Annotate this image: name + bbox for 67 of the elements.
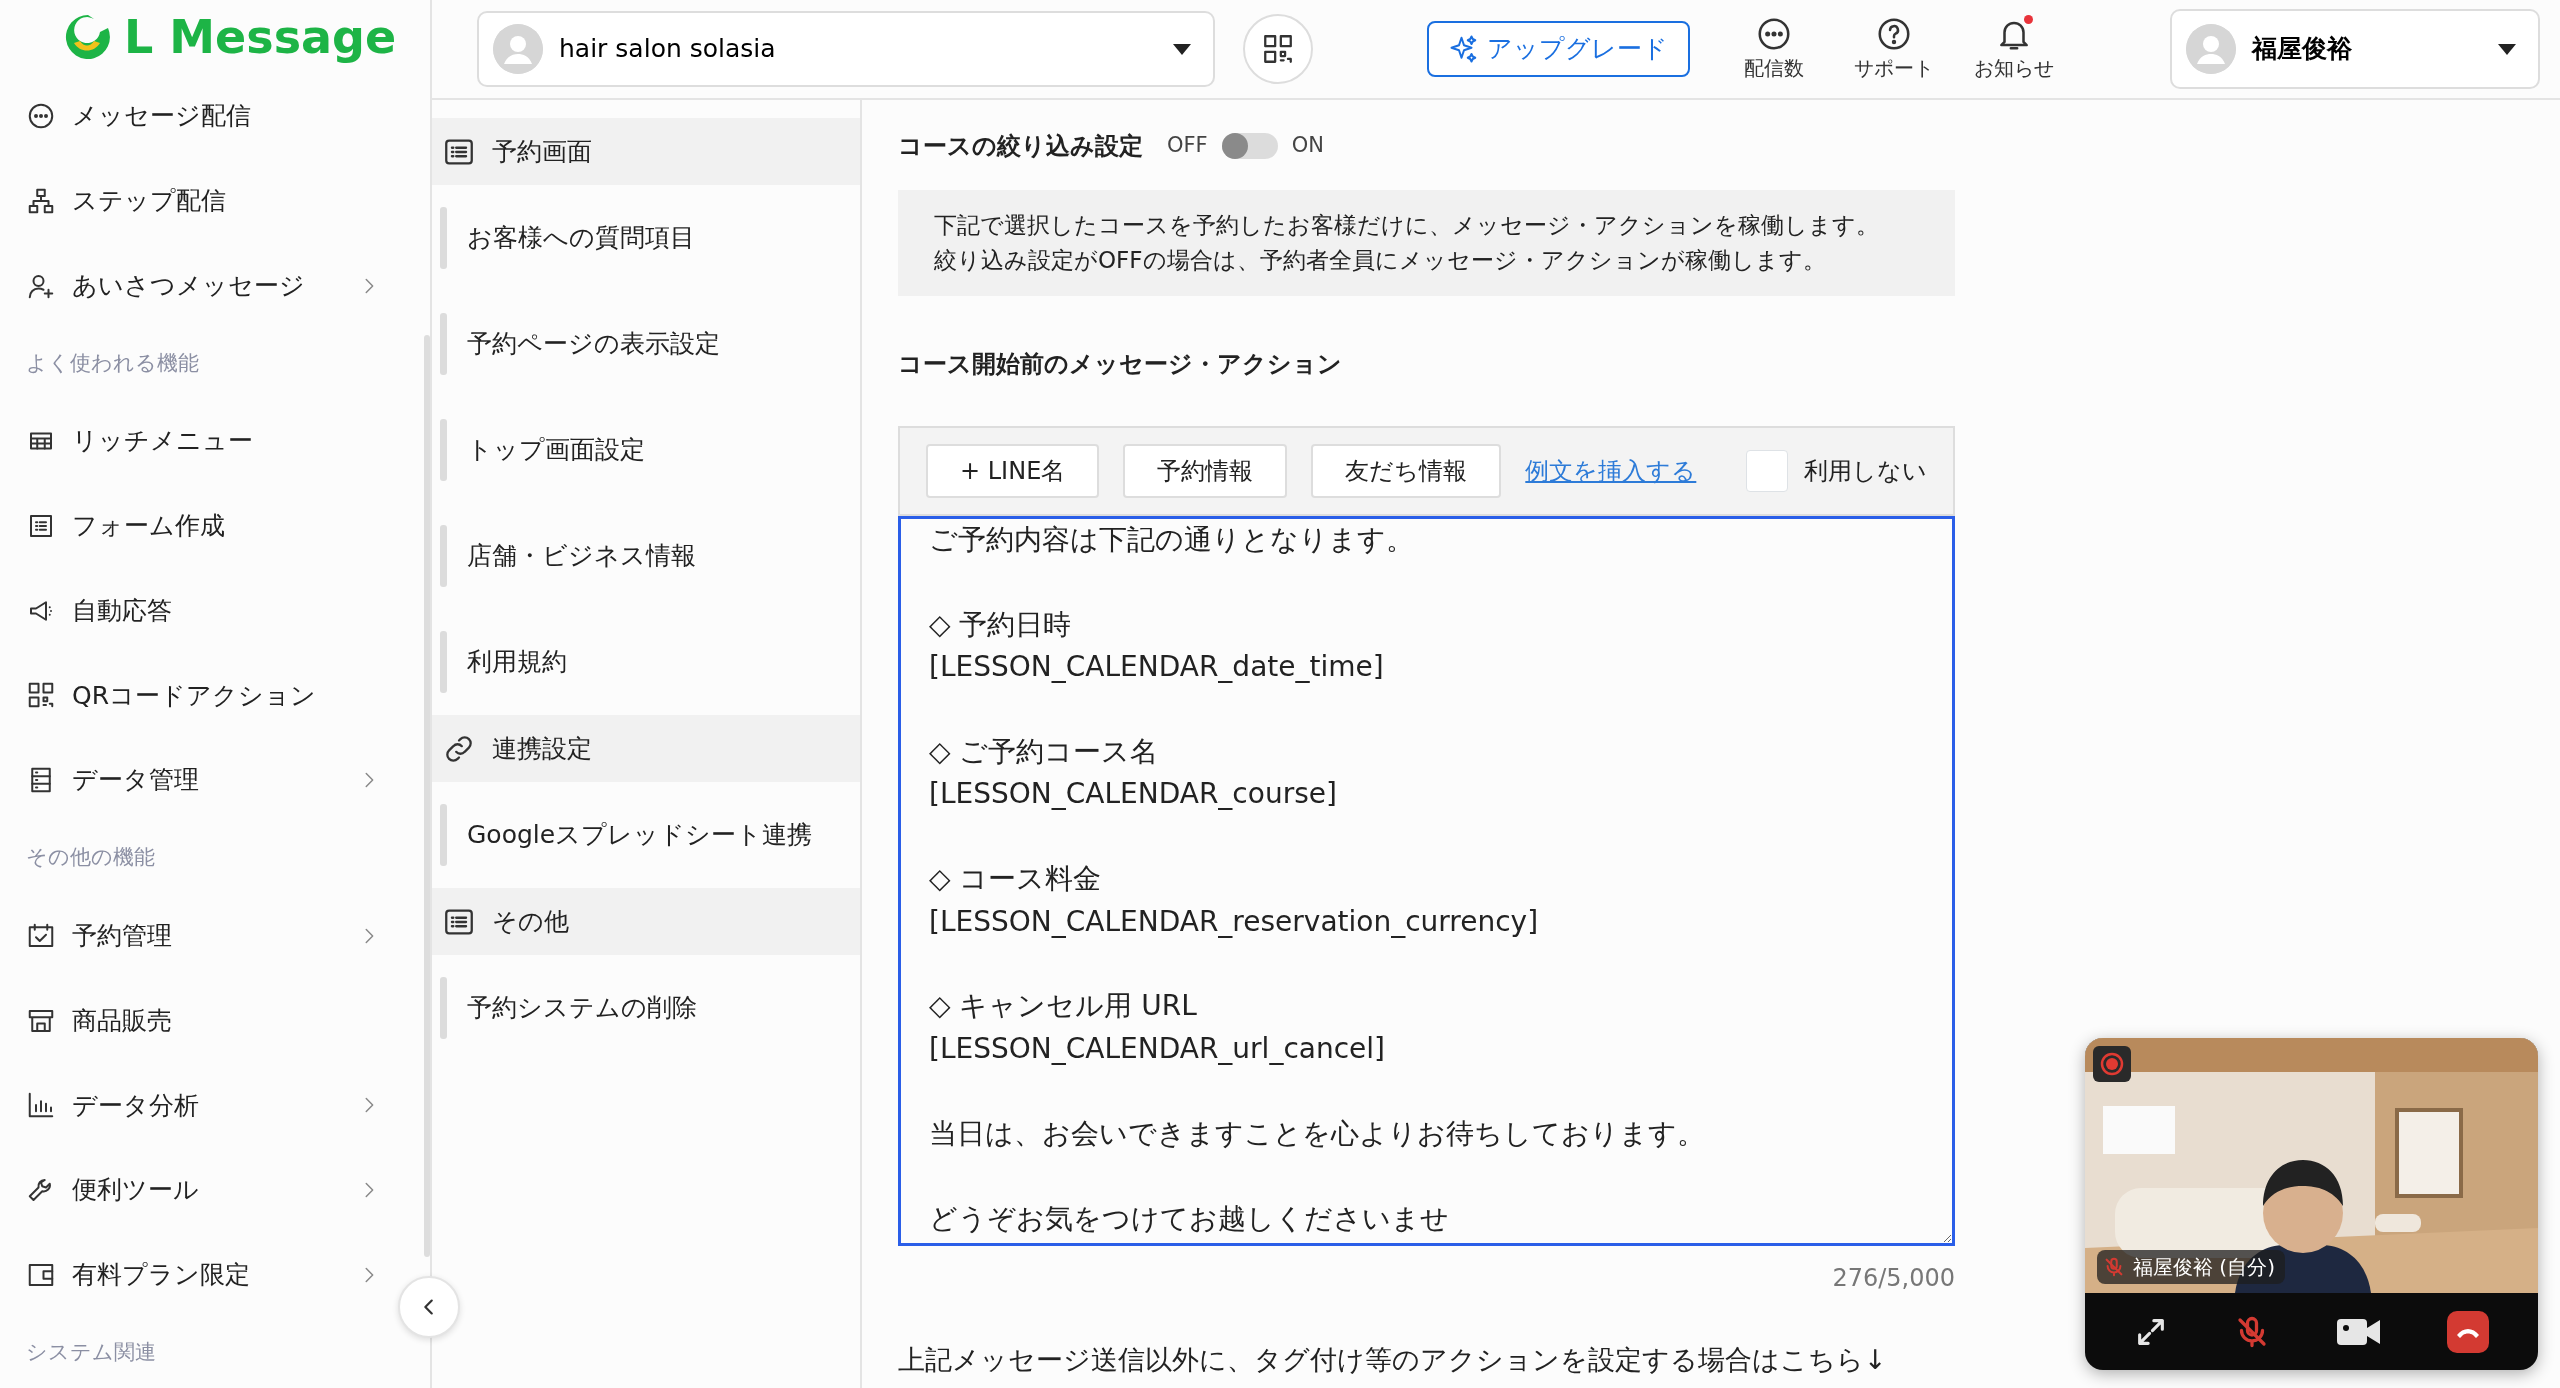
- scrollbar[interactable]: [424, 335, 430, 1257]
- toolbar-button[interactable]: 配信数: [1714, 15, 1834, 83]
- on-label: ON: [1291, 132, 1324, 160]
- sidebar-item[interactable]: フォーム作成: [0, 483, 394, 569]
- item-marker: [440, 419, 447, 481]
- menu-item[interactable]: 店舗・ビジネス情報: [467, 537, 696, 575]
- item-marker: [440, 977, 447, 1039]
- info-text: 下記で選択したコースを予約したお客様だけに、メッセージ・アクションを稼働します。: [934, 211, 1880, 240]
- sidebar-item[interactable]: メッセージ配信: [0, 73, 394, 159]
- message-field[interactable]: ご予約内容は下記の通りとなります。 ◇ 予約日時 [LESSON_CALENDAR_date_time] ◇ ご予約コース名 [LESSON_CALENDAR_course] ◇ コース料金 [LESSON_CALENDAR_reservation_currency] ◇ キャンセル用 URL [LESSON_CALENDAR_url_cancel] 当日は、お会いできますことを心よりお待ちしております。 どうぞお気をつけてお越しくださいませ: [898, 516, 1955, 1246]
- menu-item[interactable]: トップ画面設定: [467, 431, 645, 469]
- toolbar-button[interactable]: サポート: [1834, 15, 1954, 83]
- toggle-switch[interactable]: [1221, 133, 1278, 159]
- record-icon: [2093, 1046, 2131, 1082]
- sidebar-item[interactable]: 商品販売: [0, 978, 394, 1063]
- upgrade-button[interactable]: アップグレード: [1427, 21, 1690, 77]
- section-title: コース開始前のメッセージ・アクション: [898, 349, 1343, 380]
- sidebar-item[interactable]: 便利ツール: [0, 1147, 394, 1233]
- participant-name: 福屋俊裕 (自分): [2133, 1254, 2275, 1281]
- setting-label: コースの絞り込み設定: [898, 131, 1143, 162]
- item-marker: [440, 804, 447, 866]
- toolbar-button[interactable]: お知らせ: [1954, 15, 2074, 83]
- sparkle-icon: [1449, 34, 1479, 64]
- sidebar-item[interactable]: あいさつメッセージ: [0, 243, 394, 329]
- user-menu[interactable]: 福屋俊裕: [2170, 9, 2540, 89]
- sidebar-item[interactable]: リッチメニュー: [0, 398, 394, 484]
- off-label: OFF: [1167, 132, 1208, 160]
- checkbox[interactable]: [1746, 450, 1788, 492]
- section-heading: 予約画面: [492, 135, 592, 168]
- caret-icon: [1171, 41, 1193, 57]
- insert-example-link[interactable]: 例文を挿入する: [1525, 453, 1697, 489]
- account-selector[interactable]: hair salon solasia: [477, 11, 1215, 87]
- menu-item[interactable]: Googleスプレッドシート連携: [467, 816, 813, 854]
- item-marker: [440, 313, 447, 375]
- section-heading: システム関連: [26, 1338, 156, 1366]
- sidebar-item[interactable]: 予約管理: [0, 893, 394, 979]
- item-marker: [440, 525, 447, 587]
- insert-button[interactable]: + LINE名: [926, 444, 1100, 498]
- menu-item[interactable]: 予約ページの表示設定: [467, 325, 720, 363]
- insert-button[interactable]: 予約情報: [1123, 444, 1288, 498]
- sidebar-item[interactable]: 自動応答: [0, 568, 394, 654]
- sidebar-item[interactable]: ステップ配信: [0, 158, 394, 244]
- item-marker: [440, 207, 447, 269]
- sidebar-item[interactable]: QRコードアクション: [0, 653, 394, 738]
- section-heading: その他の機能: [26, 844, 155, 872]
- caret-icon: [2496, 41, 2518, 57]
- sidebar-item[interactable]: データ管理: [0, 737, 394, 823]
- video-camera-icon: [2336, 1316, 2381, 1347]
- menu-item[interactable]: お客様への質問項目: [467, 219, 695, 257]
- section-heading: よく使われる機能: [26, 349, 199, 377]
- item-marker: [440, 631, 447, 693]
- checkbox-label: 利用しない: [1804, 456, 1927, 487]
- note-text: 上記メッセージ送信以外に、タグ付け等のアクションを設定する場合はこちら↓: [898, 1343, 1888, 1377]
- hang-up-button[interactable]: [2446, 1310, 2489, 1353]
- section-heading: その他: [492, 905, 569, 938]
- qr-code-icon: [1261, 32, 1295, 66]
- avatar-icon: [493, 24, 543, 74]
- menu-item[interactable]: 予約システムの削除: [467, 989, 697, 1027]
- info-text: 絞り込み設定がOFFの場合は、予約者全員にメッセージ・アクションが稼働します。: [934, 246, 1827, 275]
- sidebar-item[interactable]: 有料プラン限定: [0, 1232, 394, 1318]
- character-counter: 276/5,000: [1832, 1264, 1955, 1292]
- avatar-icon: [2186, 24, 2236, 74]
- insert-button[interactable]: 友だち情報: [1311, 444, 1502, 498]
- menu-item[interactable]: 利用規約: [467, 643, 567, 681]
- section-heading: 連携設定: [492, 732, 592, 765]
- sidebar-item[interactable]: データ分析: [0, 1062, 394, 1148]
- camera-button[interactable]: [2336, 1316, 2381, 1347]
